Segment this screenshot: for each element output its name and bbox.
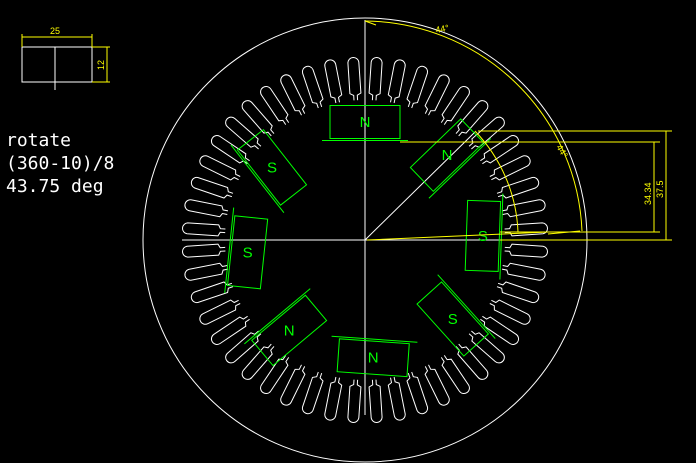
stator-slot [210,135,250,165]
magnet-pole-label: N [442,147,453,164]
reference-magnet-block: 25 12 [21,26,110,90]
stator-slot [301,65,324,109]
rotor-magnet: N [409,118,492,199]
stator-slot [184,199,229,218]
stator-slot [496,281,540,304]
angle-label-large: 44° [435,23,451,35]
note-line-result: 43.75 deg [6,176,104,197]
rotor-magnet: S [416,274,496,357]
stator-slot [324,376,343,421]
stator-slot [301,371,324,415]
rotor-magnet: S [230,128,308,213]
stator-slot [440,355,470,395]
angle-arc-large [364,20,583,232]
stator-slot [210,315,250,345]
note-line-formula: (360-10)/8 [6,153,114,174]
stator-slot [368,57,383,101]
stator-slot [387,59,406,104]
rotation-note: rotate (360-10)/8 43.75 deg [6,130,114,197]
rotated-axis-line [366,231,549,241]
diagonal-reference-line [364,131,476,241]
stator-slot [504,243,548,258]
stator-slot [184,262,229,281]
stator-slot [190,176,234,199]
stator-slot [387,376,406,421]
stator-slot [406,65,429,109]
reference-rect [21,46,93,83]
stator-slot [347,57,362,101]
magnet-pole-label: N [368,350,379,367]
height-label-inner: 34.34 [643,182,653,205]
magnet-pole-label: N [360,114,371,131]
stator-slot [347,379,362,423]
width-dimension-label: 25 [50,26,60,36]
magnet-pole-label: S [448,311,458,328]
magnet-pole-label: N [284,322,295,339]
stator-slot [182,222,226,237]
magnet-inner-edge [437,274,496,339]
stator-slot [190,281,234,304]
stator-slot [368,379,383,423]
stator-slot [480,135,520,165]
magnet-pole-label: S [478,228,488,245]
stator-slot [501,199,546,218]
stator-slot [406,371,429,415]
stator-slot [182,243,226,258]
rotor-magnet: S [464,193,504,280]
angle-label-small: 44° [554,143,570,160]
stator-slot [440,85,470,125]
magnet-inner-edge [224,207,235,294]
stator-slot [260,355,290,395]
magnet-inner-edge [244,288,311,345]
note-line-rotate: rotate [6,130,71,151]
stator-slot [480,315,520,345]
rotor-magnet: N [331,335,418,378]
cad-drawing-canvas: 25 12 rotate (360-10)/8 43.75 deg N N S S N N… [6,17,672,463]
stator-slot [324,59,343,104]
magnet-inner-edge [230,144,285,213]
height-dimension-label: 12 [96,60,106,70]
height-label-outer: 37.5 [655,180,665,198]
stator-slot [260,85,290,125]
magnet-pole-label: S [243,244,253,261]
stator-slot [501,262,546,281]
magnet-pole-label: S [267,159,277,176]
